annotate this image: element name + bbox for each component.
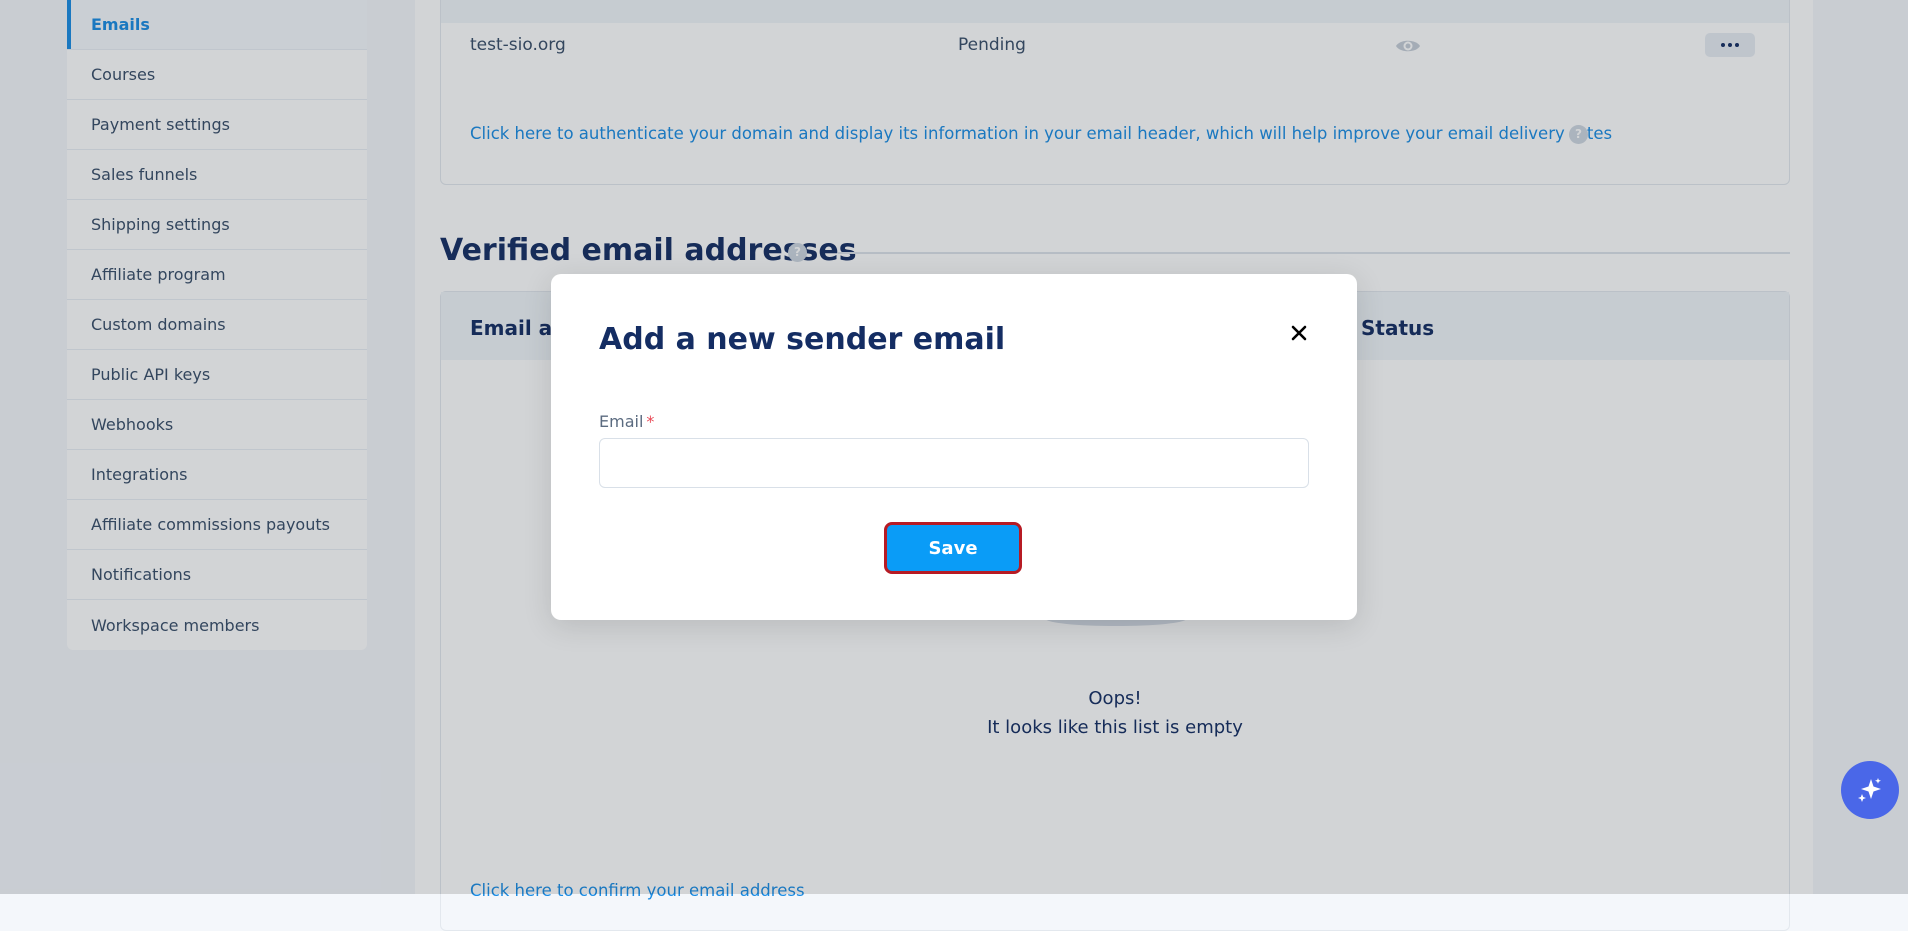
dialog-title: Add a new sender email	[599, 322, 1006, 357]
email-field[interactable]	[599, 438, 1309, 488]
ai-assistant-button[interactable]	[1841, 761, 1899, 819]
close-icon[interactable]	[1287, 321, 1311, 345]
required-marker: *	[646, 412, 655, 431]
sparkle-icon	[1858, 778, 1881, 802]
email-field-label: Email *	[599, 412, 654, 431]
add-sender-email-dialog: Add a new sender email Email * Save	[551, 274, 1357, 620]
save-button[interactable]: Save	[884, 522, 1022, 574]
email-label-text: Email	[599, 412, 644, 431]
